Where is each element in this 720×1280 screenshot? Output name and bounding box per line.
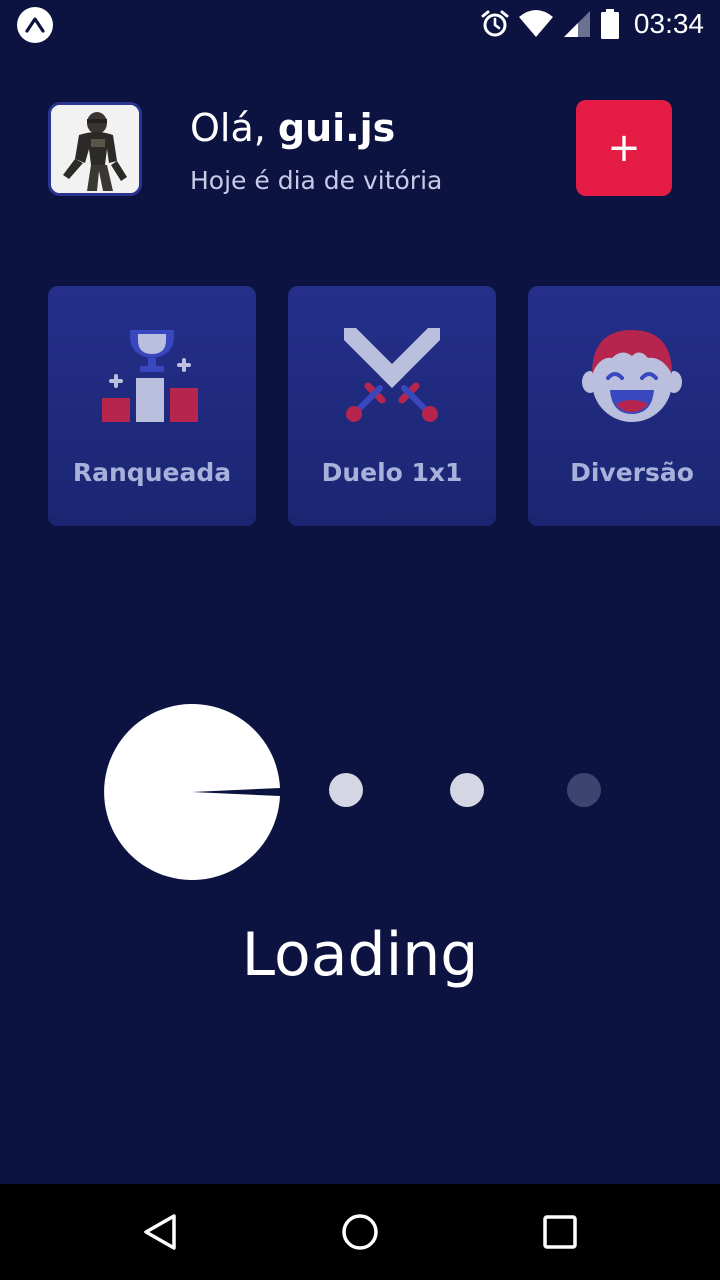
category-label: Diversão [570,458,694,487]
avatar-image [51,105,139,193]
status-bar: 03:34 [0,0,720,48]
navigation-bar [0,1184,720,1280]
category-ranqueada[interactable]: Ranqueada [48,286,256,526]
crossed-swords-icon [344,328,440,422]
category-duelo[interactable]: Duelo 1x1 [288,286,496,526]
loading-dot [329,773,363,807]
back-icon[interactable] [136,1208,184,1256]
cell-signal-icon [563,11,590,37]
pacman-loader-icon [104,704,280,880]
user-name: gui.js [277,106,396,150]
battery-icon [600,9,619,39]
status-time: 03:34 [633,8,704,39]
wifi-icon [518,10,553,37]
category-label: Ranqueada [72,458,232,487]
expo-icon [17,7,53,43]
loading-dot [450,773,484,807]
ranked-trophy-icon [102,330,198,422]
category-label: Duelo 1x1 [321,458,463,487]
alarm-icon [481,10,509,37]
loading-text: Loading [241,920,479,990]
greeting-subtitle: Hoje é dia de vitória [190,166,443,195]
loading-dot [567,773,601,807]
greeting: Olá, gui.js [190,106,395,150]
status-icons: 03:34 [480,6,704,42]
avatar[interactable] [48,102,142,196]
category-diversao[interactable]: Diversão [528,286,720,526]
plus-icon: + [607,125,641,171]
home-icon[interactable] [336,1208,384,1256]
add-button[interactable]: + [576,100,672,196]
greeting-prefix: Olá, [190,106,278,150]
recent-apps-icon[interactable] [536,1208,584,1256]
laughing-face-icon [582,330,682,422]
